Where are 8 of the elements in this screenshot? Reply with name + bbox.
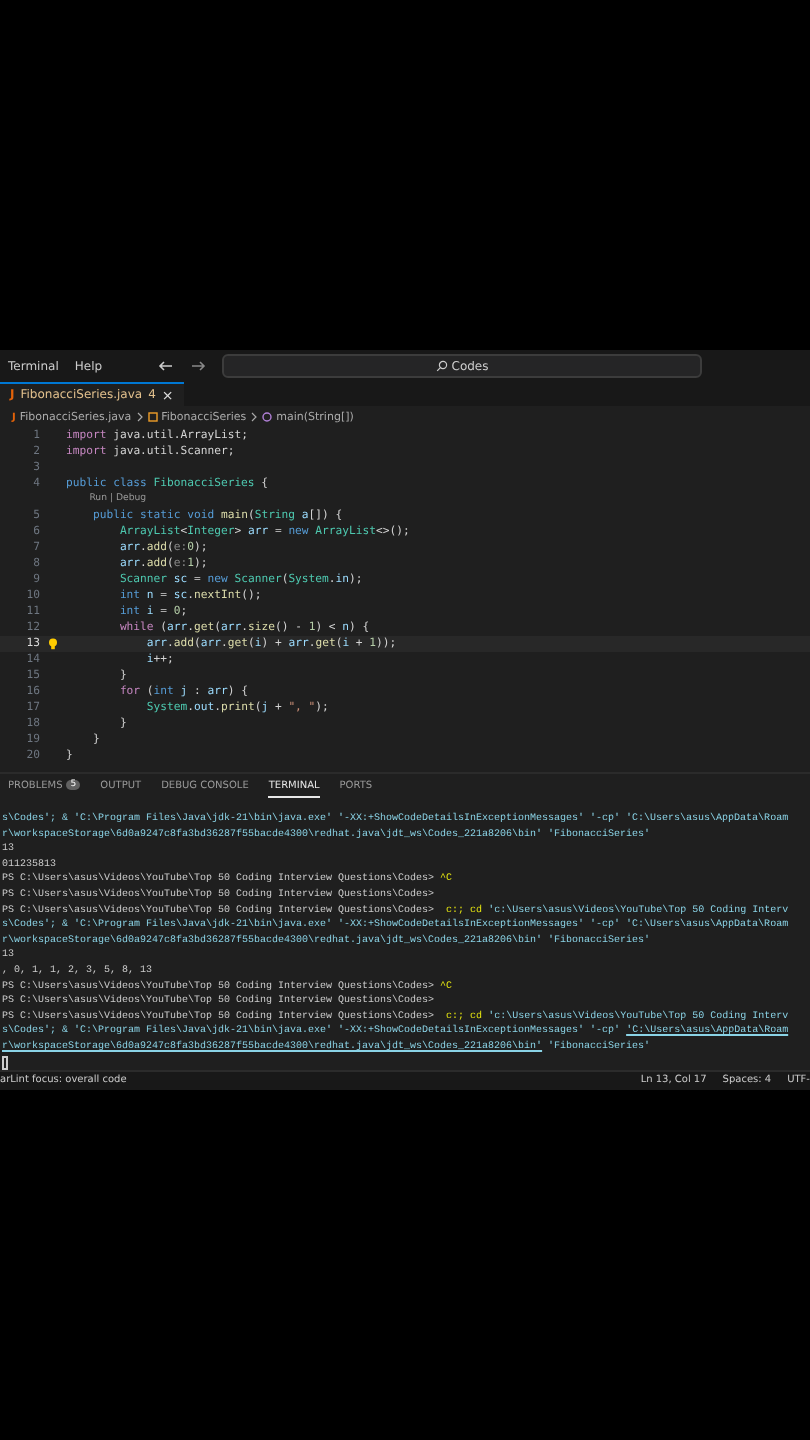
search-icon [435, 360, 448, 373]
lightbulb-icon[interactable] [48, 637, 58, 650]
method-icon [262, 412, 273, 423]
forward-arrow-icon[interactable] [190, 360, 207, 373]
class-icon [147, 412, 158, 423]
back-arrow-icon[interactable] [158, 360, 175, 373]
chevron-icon [135, 412, 144, 423]
chevron-icon [250, 412, 259, 423]
